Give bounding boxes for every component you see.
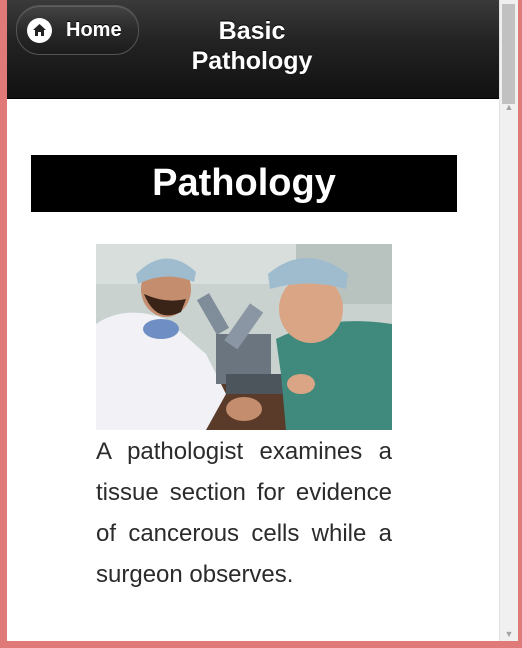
header-bar: Home Basic Pathology [7, 0, 500, 99]
photo-caption: A pathologist examines a tissue section … [96, 438, 392, 588]
scroll-up-arrow-icon[interactable]: ▲ [503, 102, 515, 112]
page-title: Basic Pathology [177, 16, 327, 76]
page-title-line2: Pathology [191, 47, 313, 75]
vertical-scrollbar[interactable]: ▲ ▼ [499, 0, 518, 641]
pathologist-photo [96, 244, 392, 430]
home-button[interactable]: Home [16, 5, 139, 55]
home-button-label: Home [66, 18, 122, 41]
browser-window: Home Basic Pathology Pathology A patholo… [7, 0, 518, 641]
scroll-down-arrow-icon[interactable]: ▼ [503, 629, 515, 639]
home-icon [27, 17, 52, 43]
scrollbar-thumb[interactable] [502, 4, 515, 104]
page-title-line1: Basic [218, 17, 286, 45]
section-title: Pathology [31, 155, 457, 212]
content-area: Pathology A pathologist examines a tissu… [7, 99, 482, 641]
